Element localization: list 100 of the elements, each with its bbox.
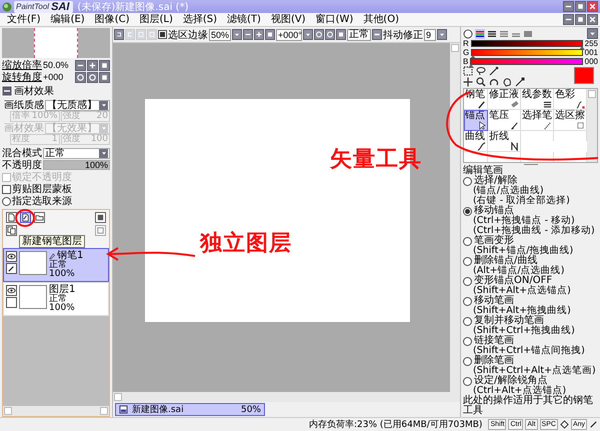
radio-button[interactable] <box>463 236 472 246</box>
blend-mode-label: 混合模式 <box>2 148 42 158</box>
menu-item[interactable]: 视图(V) <box>266 13 311 26</box>
rotation-value[interactable]: +000 <box>43 72 64 82</box>
menu-item[interactable]: 选择(S) <box>178 13 222 26</box>
square-icon <box>337 30 345 39</box>
magic-wand-icon[interactable] <box>489 66 499 76</box>
undo-icon <box>115 30 123 39</box>
zoom-reset-button[interactable] <box>99 60 110 70</box>
mode-label: 移动锚点 <box>474 206 514 216</box>
maximize-button[interactable] <box>575 14 586 25</box>
radio-button[interactable] <box>463 336 472 346</box>
zoom-in-button[interactable] <box>87 60 98 70</box>
tool-button[interactable]: 锚点 <box>464 110 488 131</box>
rotate-right-button[interactable] <box>325 29 335 40</box>
menu-item[interactable]: 文件(F) <box>2 13 46 26</box>
current-color-swatch[interactable] <box>574 67 594 84</box>
color-slider[interactable] <box>471 49 583 56</box>
zoom-field[interactable]: 50% <box>209 28 231 40</box>
channel-value: 255 <box>584 39 598 48</box>
radio-button[interactable] <box>463 376 472 386</box>
mode-label: 笔画变形 <box>474 236 514 246</box>
rotate-right-button[interactable] <box>87 72 98 82</box>
blend-mode-dropdown[interactable]: 正常 <box>43 148 110 158</box>
radio-button[interactable] <box>463 356 472 366</box>
rotate-left-button[interactable] <box>75 72 86 82</box>
zoom-value[interactable]: 50.0% <box>43 60 69 70</box>
minimize-button[interactable] <box>563 1 574 12</box>
radio-button[interactable] <box>463 316 472 326</box>
menu-item[interactable]: 滤镜(T) <box>222 13 266 26</box>
layer-item[interactable]: 钢笔1 正常 100% <box>3 248 109 282</box>
rotate-icon[interactable] <box>489 77 499 87</box>
undo-button[interactable] <box>114 29 124 40</box>
rotation-reset-button[interactable] <box>99 72 110 82</box>
radio-button[interactable] <box>463 176 472 186</box>
rgb-sliders-icon[interactable] <box>475 28 485 38</box>
shortcut-hint: (Shift+锚点/拖拽曲线) <box>472 246 574 256</box>
menu-item[interactable]: 其他(O) <box>358 13 404 26</box>
tool-button[interactable]: 修正液 <box>488 89 521 110</box>
layer-mask-button[interactable] <box>95 212 106 223</box>
circle-icon[interactable] <box>463 28 473 38</box>
zoom-out-button[interactable] <box>243 29 253 40</box>
tool-button[interactable]: 折线 <box>488 131 521 152</box>
handwritten-annotation: 独立图层 <box>200 232 292 256</box>
menu-item[interactable]: 图像(C) <box>90 13 134 26</box>
menu-item[interactable]: 窗口(W) <box>310 13 358 26</box>
menu-item[interactable]: 编辑(E) <box>46 13 90 26</box>
close-button[interactable] <box>587 14 598 25</box>
zoom-dropdown-button[interactable] <box>232 29 242 40</box>
lasso-icon[interactable] <box>476 66 486 76</box>
dropdown[interactable]: 【无质感】 <box>45 100 110 110</box>
zoom-out-button[interactable] <box>75 60 86 70</box>
lock-toggle[interactable] <box>6 297 17 308</box>
mode-button[interactable]: 正常 <box>347 28 371 40</box>
move-icon[interactable] <box>463 77 473 87</box>
close-button[interactable] <box>587 1 598 12</box>
minimize-button[interactable] <box>563 14 574 25</box>
panel-menu-button[interactable] <box>587 28 598 39</box>
eye-icon[interactable] <box>6 285 17 296</box>
stabilizer-dropdown-button[interactable] <box>437 29 447 40</box>
checkbox[interactable] <box>2 184 11 194</box>
tool-button[interactable]: 曲线 <box>464 131 488 152</box>
collapse-icon[interactable] <box>2 86 12 96</box>
document-tab[interactable]: 新建图像.sai 50% <box>115 403 265 416</box>
radio-button[interactable] <box>2 196 11 206</box>
layer-blend-mode: 正常 <box>49 261 67 270</box>
stabilizer-field[interactable]: 9 <box>424 28 436 40</box>
flip-button[interactable] <box>372 29 382 40</box>
maximize-button[interactable] <box>575 1 586 12</box>
sliders-icon[interactable] <box>487 28 497 38</box>
zoom-in-button[interactable] <box>254 29 264 40</box>
color-slider[interactable] <box>470 58 583 65</box>
zoom-icon[interactable] <box>476 77 486 87</box>
rotate-left-button[interactable] <box>314 29 324 40</box>
radio-button[interactable] <box>463 296 472 306</box>
zoom-reset-button[interactable] <box>265 29 275 40</box>
tool-button[interactable]: 笔压 <box>488 110 521 131</box>
tool-button[interactable]: 选择笔 <box>521 110 554 131</box>
lines-icon <box>543 100 552 109</box>
new-pen-layer-button[interactable] <box>20 212 31 223</box>
tool-button[interactable]: 线参数 <box>521 89 554 110</box>
color-slider[interactable] <box>470 40 583 47</box>
eyedropper-icon[interactable] <box>515 77 525 87</box>
new-folder-button[interactable] <box>34 212 45 223</box>
checkbox[interactable] <box>158 30 167 39</box>
pen-icon[interactable] <box>6 263 17 274</box>
radio-button[interactable] <box>463 256 472 266</box>
rotation-reset-button[interactable] <box>336 29 346 40</box>
angle-field[interactable]: +000° <box>276 28 302 40</box>
layer-item[interactable]: 图层1 正常 100% <box>3 282 109 316</box>
angle-dropdown-button[interactable] <box>303 29 313 40</box>
selection-rectangle-icon[interactable] <box>463 66 473 76</box>
stabilizer-label: 抖动修正 <box>383 28 423 42</box>
radio-button[interactable] <box>463 276 472 286</box>
eye-icon[interactable] <box>6 251 17 262</box>
menu-item[interactable]: 图层(L) <box>134 13 178 26</box>
opacity-slider[interactable]: 100% <box>43 160 110 170</box>
rectangle-icon[interactable] <box>523 28 533 38</box>
radio-button[interactable] <box>463 206 472 216</box>
copy-layer-button[interactable] <box>6 225 17 236</box>
